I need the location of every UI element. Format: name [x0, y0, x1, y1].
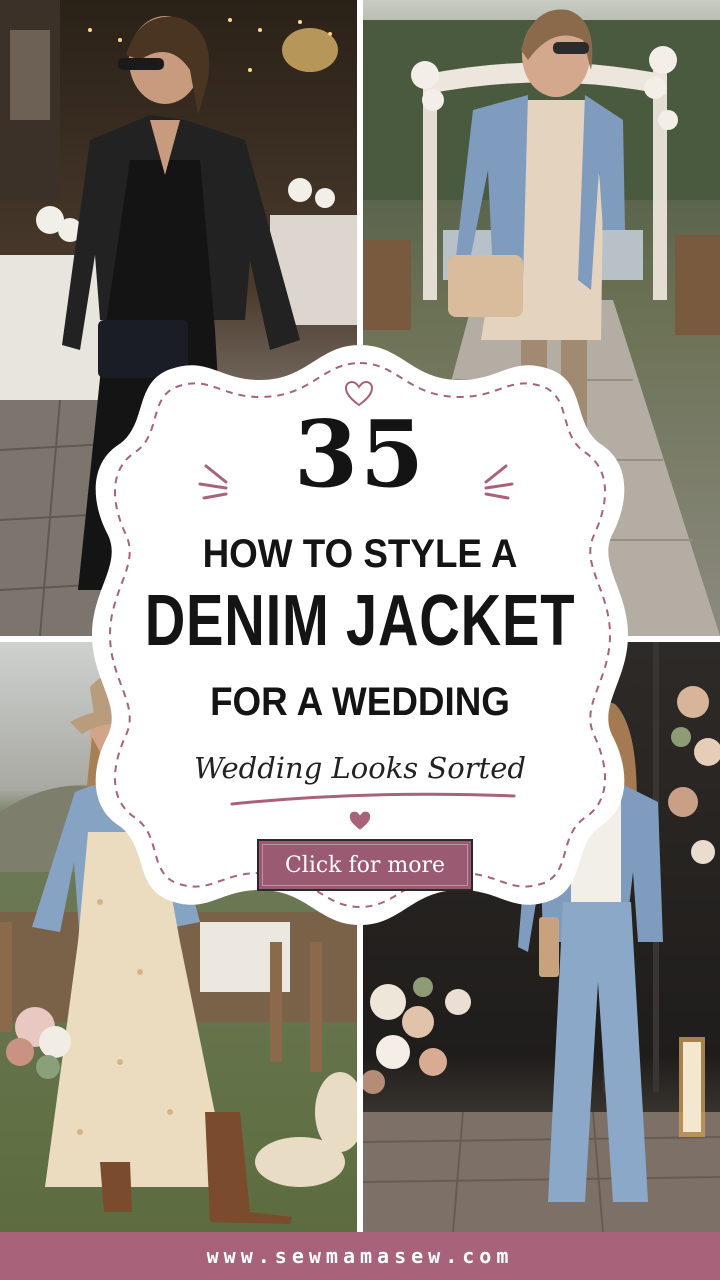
title-line-3: FOR A WEDDING — [210, 680, 510, 724]
footer-bar: www.sewmamasew.com — [0, 1232, 720, 1280]
underline-swoosh — [230, 792, 516, 806]
click-for-more-label: Click for more — [284, 852, 446, 878]
list-count: 35 — [293, 400, 427, 508]
pin-graphic: 35 HOW TO STYLE A DENIM JACKET FOR A WED… — [0, 0, 720, 1280]
website-url[interactable]: www.sewmamasew.com — [207, 1244, 514, 1268]
heart-icon — [349, 811, 371, 830]
title-line-2: DENIM JACKET — [144, 581, 576, 661]
click-for-more-button[interactable]: Click for more — [257, 839, 473, 891]
title-line-1: HOW TO STYLE A — [202, 532, 518, 576]
tagline: Wedding Looks Sorted — [194, 751, 526, 785]
